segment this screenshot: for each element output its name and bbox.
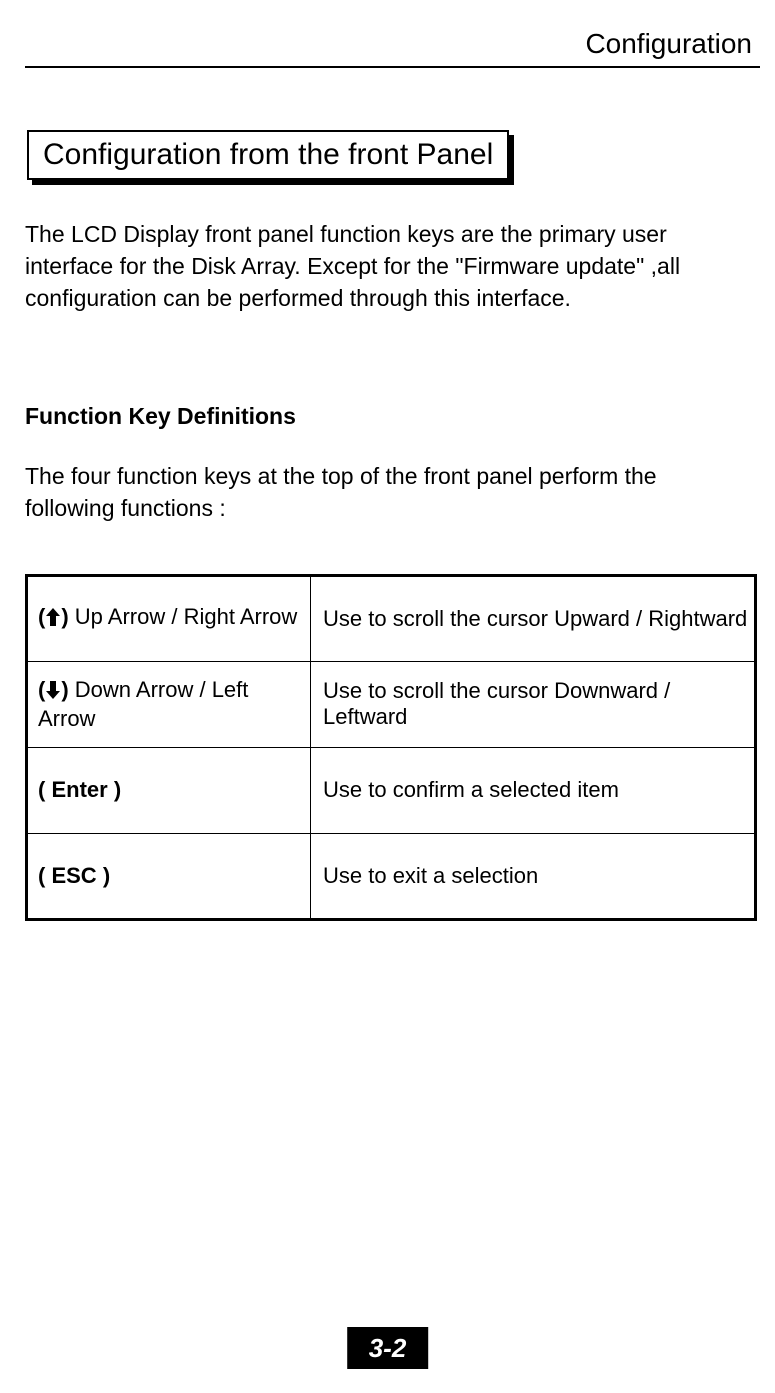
subheading-desc: The four function keys at the top of the… [25,460,745,524]
function-key-table: () Up Arrow / Right Arrow Use to scroll … [25,574,757,921]
subheading: Function Key Definitions [25,403,760,430]
table-row: () Down Arrow / Left Arrow Use to scroll… [27,661,756,747]
paren-open: ( [38,863,51,888]
paren-close: ) [61,604,68,629]
table-row: ( Enter ) Use to confirm a selected item [27,747,756,833]
esc-key-label: ESC [51,863,96,888]
key-desc: Use to exit a selection [311,833,756,919]
header-rule [25,66,760,68]
paren-close: ) [61,677,68,702]
table-row: ( ESC ) Use to exit a selection [27,833,756,919]
paren-open: ( [38,777,51,802]
table-row: () Up Arrow / Right Arrow Use to scroll … [27,575,756,661]
key-label: Down Arrow / Left Arrow [38,677,248,731]
key-desc: Use to confirm a selected item [311,747,756,833]
page-number: 3-2 [347,1327,429,1369]
section-title: Configuration from the front Panel [27,130,509,180]
key-desc: Use to scroll the cursor Upward / Rightw… [311,575,756,661]
down-arrow-icon [45,680,61,706]
key-label: Up Arrow / Right Arrow [69,604,298,629]
section-title-box: Configuration from the front Panel [27,130,509,180]
paren-open: ( [38,604,45,629]
paren-close: ) [108,777,121,802]
intro-paragraph: The LCD Display front panel function key… [25,218,745,315]
paren-close: ) [97,863,110,888]
paren-open: ( [38,677,45,702]
running-header: Configuration [25,28,760,60]
key-desc: Use to scroll the cursor Downward / Left… [311,661,756,747]
enter-key-label: Enter [51,777,107,802]
up-arrow-icon [45,607,61,633]
